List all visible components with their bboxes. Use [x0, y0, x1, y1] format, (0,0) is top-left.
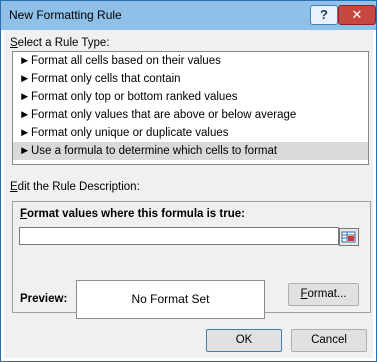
arrow-icon: ►: [19, 55, 31, 67]
rule-type-label: Select a Rule Type:: [10, 37, 110, 49]
help-button[interactable]: ?: [310, 5, 338, 25]
rule-type-item[interactable]: ►Format only values that are above or be…: [13, 106, 368, 124]
close-button[interactable]: ✕: [338, 5, 376, 25]
arrow-icon: ►: [19, 73, 31, 85]
rule-type-item[interactable]: ►Format only top or bottom ranked values: [13, 88, 368, 106]
range-select-icon: [341, 231, 356, 243]
new-formatting-rule-dialog: New Formatting Rule ? ✕ Select a Rule Ty…: [0, 0, 377, 362]
help-icon: ?: [320, 7, 328, 22]
range-select-button[interactable]: [339, 228, 359, 246]
rule-type-item-selected[interactable]: ►Use a formula to determine which cells …: [13, 142, 368, 160]
format-button[interactable]: Format...: [288, 283, 359, 306]
formula-label: Format values where this formula is true…: [20, 208, 245, 220]
rule-description-label: Edit the Rule Description:: [10, 181, 140, 193]
preview-label: Preview:: [20, 293, 68, 305]
rule-type-list[interactable]: ►Format all cells based on their values …: [12, 51, 369, 165]
title-bar: New Formatting Rule ? ✕: [1, 1, 376, 30]
arrow-icon: ►: [19, 127, 31, 139]
rule-type-item[interactable]: ►Format only unique or duplicate values: [13, 124, 368, 142]
arrow-icon: ►: [19, 109, 31, 121]
formula-input[interactable]: [19, 227, 339, 245]
rule-description-panel: Format values where this formula is true…: [12, 201, 371, 319]
format-preview: No Format Set: [76, 280, 265, 319]
dialog-body: Select a Rule Type: ►Format all cells ba…: [4, 30, 373, 358]
ok-button[interactable]: OK: [206, 329, 282, 352]
close-icon: ✕: [351, 7, 363, 22]
rule-type-item[interactable]: ►Format all cells based on their values: [13, 52, 368, 70]
cancel-button[interactable]: Cancel: [291, 329, 367, 352]
arrow-icon: ►: [19, 145, 31, 157]
arrow-icon: ►: [19, 91, 31, 103]
rule-type-item[interactable]: ►Format only cells that contain: [13, 70, 368, 88]
dialog-title: New Formatting Rule: [9, 8, 122, 22]
